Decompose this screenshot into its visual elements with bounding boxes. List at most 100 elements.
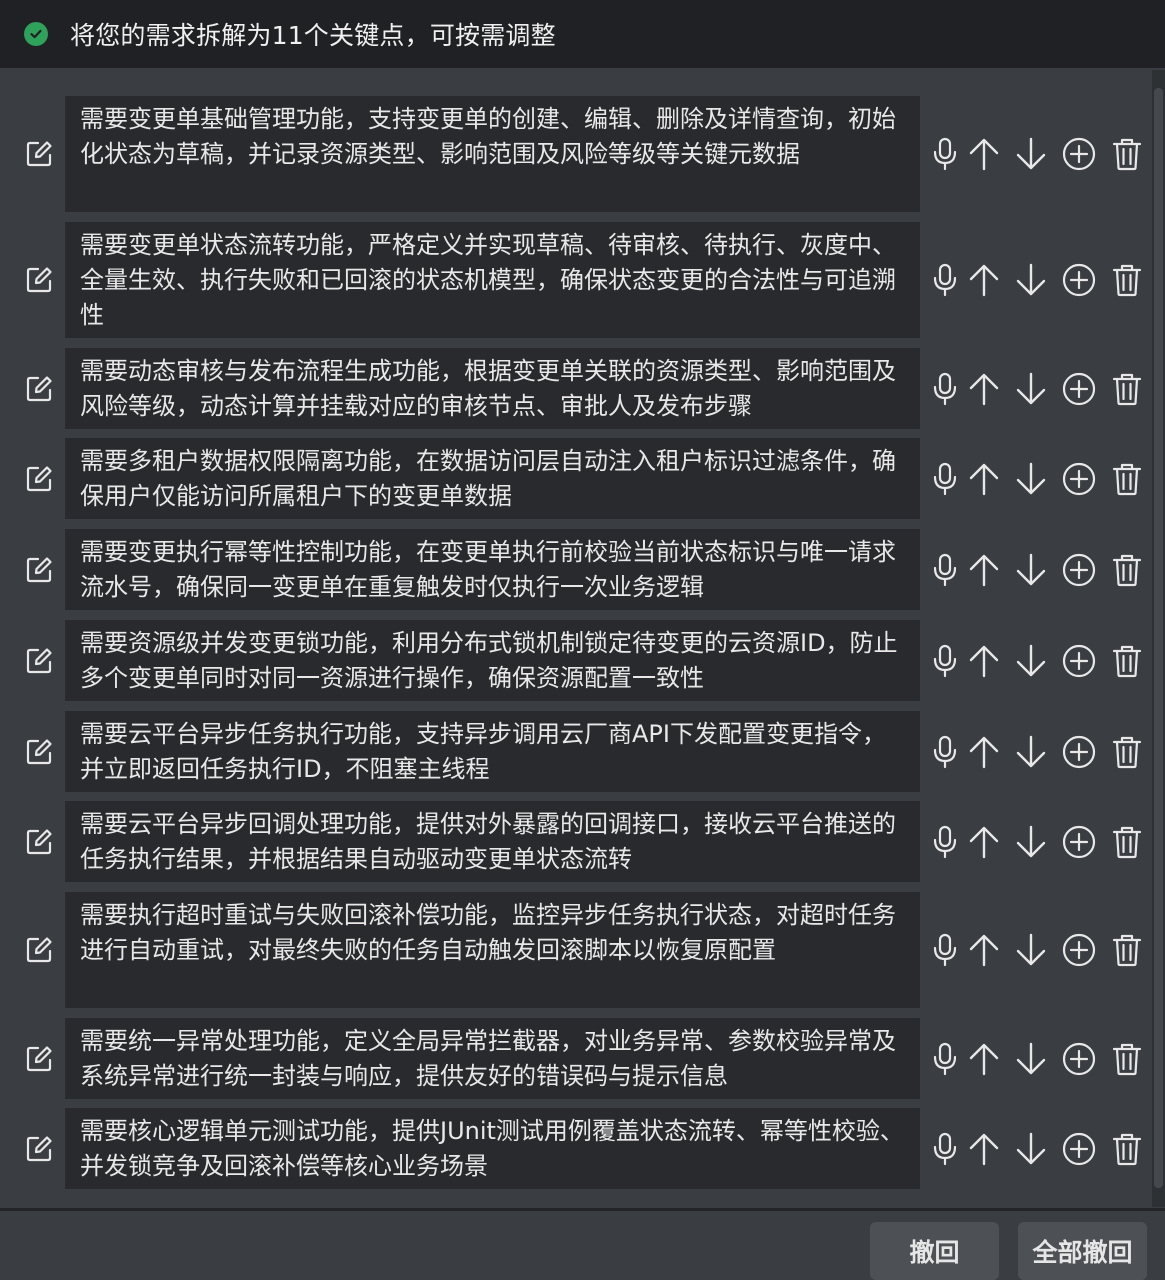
key-point-text[interactable]: 需要云平台异步任务执行功能，支持异步调用云厂商API下发配置变更指令，并立即返回… (65, 711, 920, 792)
add-circle-icon[interactable] (1061, 1131, 1097, 1167)
edit-icon[interactable] (22, 1132, 56, 1166)
arrow-down-icon[interactable] (1013, 136, 1049, 172)
trash-icon[interactable] (1109, 734, 1145, 770)
list-item: 需要变更单状态流转功能，严格定义并实现草稿、待审核、待执行、灰度中、全量生效、执… (2, 222, 1152, 338)
arrow-down-icon[interactable] (1013, 932, 1049, 968)
list-item: 需要执行超时重试与失败回滚补偿功能，监控异步任务执行状态，对超时任务进行自动重试… (2, 892, 1152, 1008)
item-actions (927, 734, 1147, 770)
add-circle-icon[interactable] (1061, 932, 1097, 968)
list-item: 需要统一异常处理功能，定义全局异常拦截器，对业务异常、参数校验异常及系统异常进行… (2, 1018, 1152, 1099)
trash-icon[interactable] (1109, 643, 1145, 679)
edit-icon[interactable] (22, 933, 56, 967)
microphone-icon[interactable] (927, 824, 963, 860)
arrow-up-icon[interactable] (966, 932, 1002, 968)
edit-icon[interactable] (22, 462, 56, 496)
arrow-up-icon[interactable] (966, 371, 1002, 407)
undo-all-button[interactable]: 全部撤回 (1018, 1222, 1147, 1280)
key-point-text[interactable]: 需要统一异常处理功能，定义全局异常拦截器，对业务异常、参数校验异常及系统异常进行… (65, 1018, 920, 1099)
arrow-down-icon[interactable] (1013, 371, 1049, 407)
item-actions (927, 643, 1147, 679)
arrow-up-icon[interactable] (966, 552, 1002, 588)
arrow-up-icon[interactable] (966, 262, 1002, 298)
list-item: 需要多租户数据权限隔离功能，在数据访问层自动注入租户标识过滤条件，确保用户仅能访… (2, 438, 1152, 519)
key-point-text[interactable]: 需要核心逻辑单元测试功能，提供JUnit测试用例覆盖状态流转、幂等性校验、并发锁… (65, 1108, 920, 1189)
trash-icon[interactable] (1109, 136, 1145, 172)
edit-icon[interactable] (22, 263, 56, 297)
arrow-down-icon[interactable] (1013, 734, 1049, 770)
trash-icon[interactable] (1109, 1041, 1145, 1077)
key-point-text[interactable]: 需要资源级并发变更锁功能，利用分布式锁机制锁定待变更的云资源ID，防止多个变更单… (65, 620, 920, 701)
edit-icon[interactable] (22, 137, 56, 171)
key-point-text[interactable]: 需要多租户数据权限隔离功能，在数据访问层自动注入租户标识过滤条件，确保用户仅能访… (65, 438, 920, 519)
edit-icon[interactable] (22, 553, 56, 587)
trash-icon[interactable] (1109, 824, 1145, 860)
trash-icon[interactable] (1109, 552, 1145, 588)
item-actions (927, 932, 1147, 968)
trash-icon[interactable] (1109, 461, 1145, 497)
item-actions (927, 552, 1147, 588)
microphone-icon[interactable] (927, 1131, 963, 1167)
microphone-icon[interactable] (927, 643, 963, 679)
arrow-down-icon[interactable] (1013, 552, 1049, 588)
item-actions (927, 371, 1147, 407)
arrow-down-icon[interactable] (1013, 1131, 1049, 1167)
undo-button[interactable]: 撤回 (870, 1222, 999, 1280)
add-circle-icon[interactable] (1061, 824, 1097, 860)
edit-icon[interactable] (22, 1042, 56, 1076)
scrollbar-thumb[interactable] (1154, 88, 1163, 1188)
add-circle-icon[interactable] (1061, 262, 1097, 298)
check-circle-icon (24, 22, 48, 46)
key-point-text[interactable]: 需要云平台异步回调处理功能，提供对外暴露的回调接口，接收云平台推送的任务执行结果… (65, 801, 920, 882)
footer-bar: 撤回 全部撤回 (0, 1211, 1165, 1280)
microphone-icon[interactable] (927, 1041, 963, 1077)
edit-icon[interactable] (22, 825, 56, 859)
item-actions (927, 824, 1147, 860)
trash-icon[interactable] (1109, 1131, 1145, 1167)
microphone-icon[interactable] (927, 932, 963, 968)
trash-icon[interactable] (1109, 262, 1145, 298)
key-point-text[interactable]: 需要动态审核与发布流程生成功能，根据变更单关联的资源类型、影响范围及风险等级，动… (65, 348, 920, 429)
key-point-text[interactable]: 需要变更单基础管理功能，支持变更单的创建、编辑、删除及详情查询，初始化状态为草稿… (65, 96, 920, 212)
add-circle-icon[interactable] (1061, 371, 1097, 407)
list-item: 需要变更单基础管理功能，支持变更单的创建、编辑、删除及详情查询，初始化状态为草稿… (2, 96, 1152, 212)
add-circle-icon[interactable] (1061, 734, 1097, 770)
microphone-icon[interactable] (927, 461, 963, 497)
arrow-down-icon[interactable] (1013, 643, 1049, 679)
arrow-down-icon[interactable] (1013, 461, 1049, 497)
microphone-icon[interactable] (927, 552, 963, 588)
microphone-icon[interactable] (927, 734, 963, 770)
arrow-down-icon[interactable] (1013, 1041, 1049, 1077)
arrow-up-icon[interactable] (966, 1131, 1002, 1167)
add-circle-icon[interactable] (1061, 136, 1097, 172)
edit-icon[interactable] (22, 735, 56, 769)
arrow-up-icon[interactable] (966, 461, 1002, 497)
add-circle-icon[interactable] (1061, 1041, 1097, 1077)
edit-icon[interactable] (22, 372, 56, 406)
panel-title: 将您的需求拆解为11个关键点，可按需调整 (70, 21, 556, 50)
microphone-icon[interactable] (927, 371, 963, 407)
arrow-down-icon[interactable] (1013, 262, 1049, 298)
key-point-text[interactable]: 需要变更执行幂等性控制功能，在变更单执行前校验当前状态标识与唯一请求流水号，确保… (65, 529, 920, 610)
arrow-up-icon[interactable] (966, 734, 1002, 770)
microphone-icon[interactable] (927, 262, 963, 298)
trash-icon[interactable] (1109, 932, 1145, 968)
item-actions (927, 136, 1147, 172)
key-point-text[interactable]: 需要执行超时重试与失败回滚补偿功能，监控异步任务执行状态，对超时任务进行自动重试… (65, 892, 920, 1008)
requirement-breakdown-panel: 将您的需求拆解为11个关键点，可按需调整 需要变更单基础管理功能，支持变更单的创… (0, 0, 1165, 1280)
arrow-up-icon[interactable] (966, 643, 1002, 679)
list-item: 需要资源级并发变更锁功能，利用分布式锁机制锁定待变更的云资源ID，防止多个变更单… (2, 620, 1152, 701)
list-item: 需要动态审核与发布流程生成功能，根据变更单关联的资源类型、影响范围及风险等级，动… (2, 348, 1152, 429)
edit-icon[interactable] (22, 644, 56, 678)
add-circle-icon[interactable] (1061, 461, 1097, 497)
microphone-icon[interactable] (927, 136, 963, 172)
add-circle-icon[interactable] (1061, 552, 1097, 588)
arrow-up-icon[interactable] (966, 136, 1002, 172)
panel-header: 将您的需求拆解为11个关键点，可按需调整 (0, 0, 1165, 68)
arrow-up-icon[interactable] (966, 1041, 1002, 1077)
key-point-text[interactable]: 需要变更单状态流转功能，严格定义并实现草稿、待审核、待执行、灰度中、全量生效、执… (65, 222, 920, 338)
add-circle-icon[interactable] (1061, 643, 1097, 679)
arrow-down-icon[interactable] (1013, 824, 1049, 860)
arrow-up-icon[interactable] (966, 824, 1002, 860)
trash-icon[interactable] (1109, 371, 1145, 407)
item-actions (927, 262, 1147, 298)
